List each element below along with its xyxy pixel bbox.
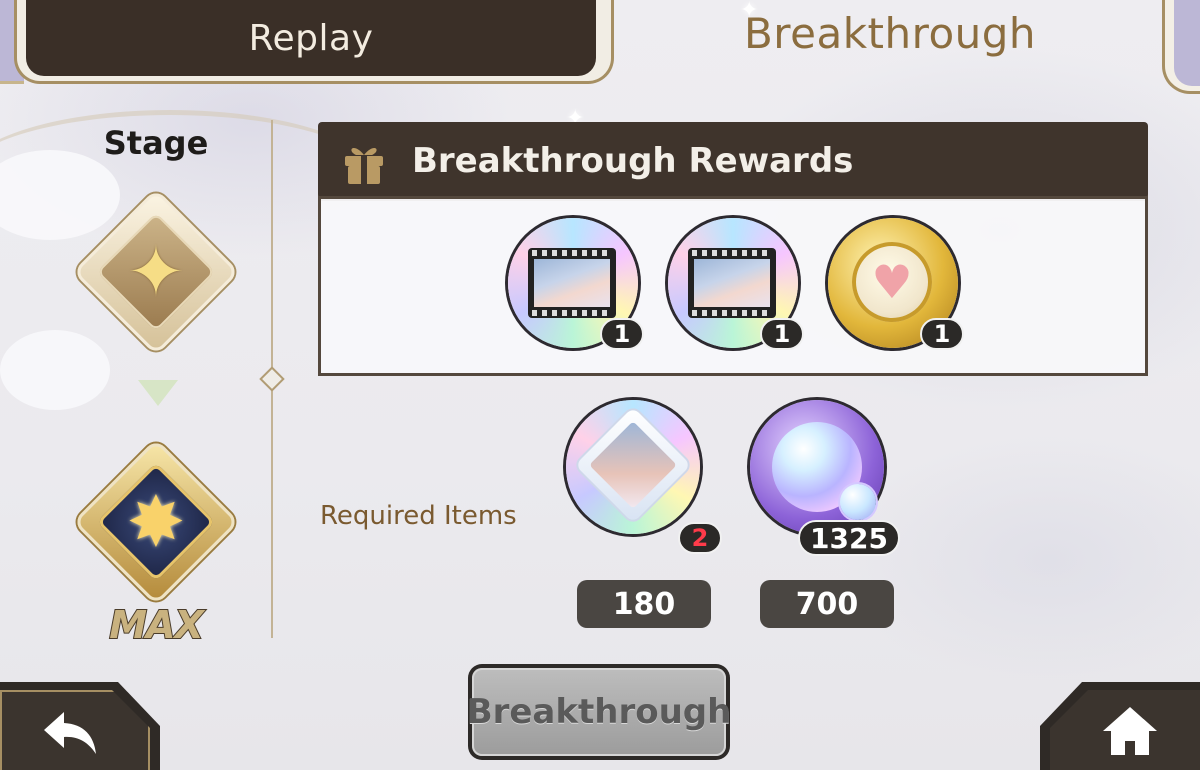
max-label: MAX xyxy=(108,602,205,648)
down-arrow-icon xyxy=(138,380,178,406)
memory-film-icon xyxy=(528,248,616,318)
required-owned-count: 1325 xyxy=(798,520,900,556)
required-cost: 180 xyxy=(577,580,711,628)
character-shard-icon xyxy=(575,407,691,523)
required-cost: 700 xyxy=(760,580,894,628)
burst-star-icon: ✸ xyxy=(126,481,186,563)
heart-coin-icon: ♥ xyxy=(852,242,932,322)
cloud-decoration xyxy=(0,330,110,410)
tab-replay-label: Replay xyxy=(248,17,374,59)
reward-count: 1 xyxy=(760,318,804,350)
home-icon xyxy=(1090,698,1170,764)
breakthrough-button[interactable]: Breakthrough xyxy=(466,664,732,760)
required-item-bubble-orb[interactable] xyxy=(750,400,884,534)
sparkle-star-icon: ✦ xyxy=(126,231,186,313)
back-arrow-icon xyxy=(30,700,110,766)
small-bubble-icon xyxy=(840,484,876,520)
tab-replay[interactable]: Replay xyxy=(26,0,596,76)
required-items-label: Required Items xyxy=(320,501,517,531)
stage-title: Stage xyxy=(103,124,209,162)
tab-right-edge xyxy=(1174,0,1200,86)
memory-film-icon xyxy=(688,248,776,318)
gift-icon xyxy=(345,147,383,184)
breakthrough-button-label: Breakthrough xyxy=(466,692,732,732)
reward-count: 1 xyxy=(920,318,964,350)
required-item-character-shard[interactable] xyxy=(566,400,700,534)
rewards-title: Breakthrough Rewards xyxy=(412,141,854,181)
reward-count: 1 xyxy=(600,318,644,350)
required-owned-count: 2 xyxy=(678,522,722,554)
sparkle-icon: ✦ xyxy=(740,0,759,23)
tab-breakthrough-label: Breakthrough xyxy=(743,8,1037,58)
